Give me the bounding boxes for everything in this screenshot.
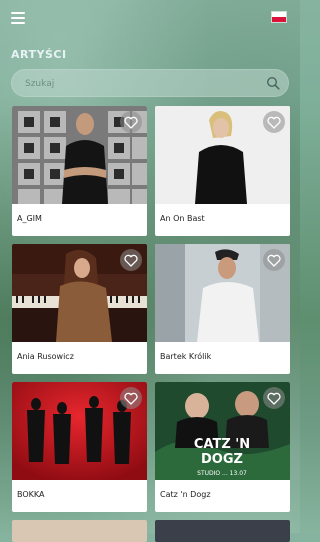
favorite-button[interactable] <box>263 387 285 409</box>
artist-card[interactable]: BOKKA <box>12 382 147 512</box>
heart-icon <box>124 392 138 405</box>
favorite-button[interactable] <box>120 387 142 409</box>
favorite-button[interactable] <box>263 249 285 271</box>
favorite-button[interactable] <box>120 249 142 271</box>
page-title: ARTYŚCI <box>11 48 67 61</box>
favorite-button[interactable] <box>263 111 285 133</box>
artist-card[interactable] <box>155 520 290 542</box>
artist-name: BOKKA <box>17 490 45 499</box>
poland-flag-icon[interactable] <box>271 11 287 23</box>
artist-name: An On Bast <box>160 214 205 223</box>
hamburger-menu-icon[interactable] <box>11 12 25 24</box>
heart-icon <box>124 116 138 129</box>
artist-name: A_GIM <box>17 214 42 223</box>
poster-title-line2: DOGZ <box>201 452 243 467</box>
search-input[interactable] <box>23 75 257 93</box>
artist-name: Bartek Królik <box>160 352 212 361</box>
artist-card[interactable]: An On Bast <box>155 106 290 236</box>
heart-icon <box>267 392 281 405</box>
artist-card[interactable]: Bartek Królik <box>155 244 290 374</box>
heart-icon <box>267 254 281 267</box>
favorite-button[interactable] <box>120 111 142 133</box>
artist-name: Catz 'n Dogz <box>160 490 211 499</box>
artist-card[interactable]: Ania Rusowicz <box>12 244 147 374</box>
artist-card[interactable] <box>12 520 147 542</box>
artist-card[interactable]: A_GIM <box>12 106 147 236</box>
search-icon[interactable] <box>266 76 280 90</box>
poster-subtitle: STUDIO ... 13.07 <box>197 470 247 477</box>
search-bar[interactable] <box>11 69 289 97</box>
heart-icon <box>267 116 281 129</box>
heart-icon <box>124 254 138 267</box>
artist-name: Ania Rusowicz <box>17 352 74 361</box>
poster-title-line1: CATZ 'N <box>194 437 250 452</box>
artist-card[interactable]: CATZ 'N DOGZ STUDIO ... 13.07 Catz 'n Do… <box>155 382 290 512</box>
